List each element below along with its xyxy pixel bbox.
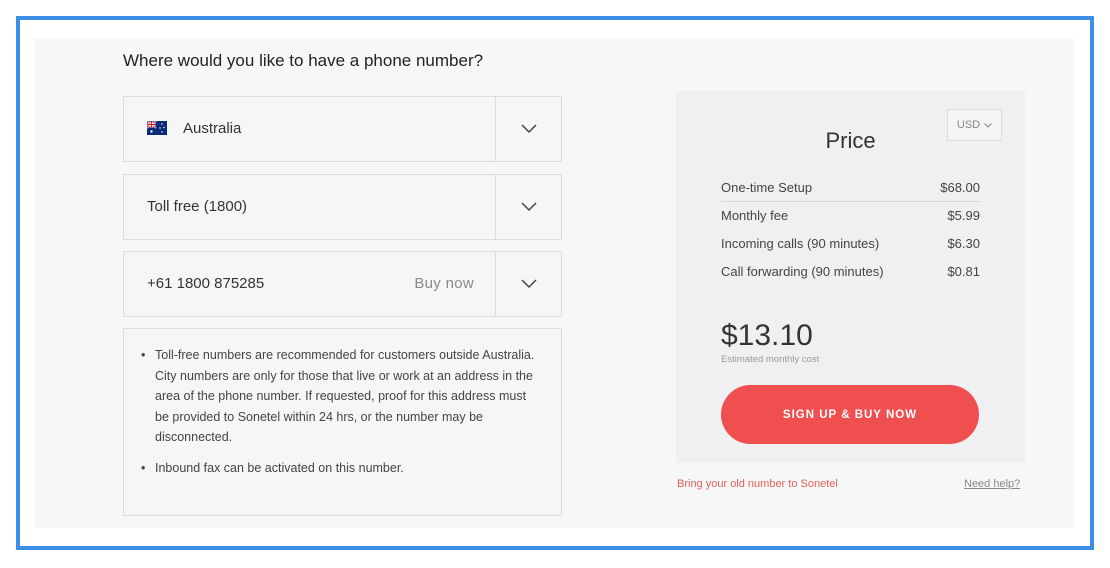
sign-up-buy-button[interactable]: SIGN UP & BUY NOW xyxy=(721,385,979,444)
faded-content-row xyxy=(123,524,562,528)
price-card: USD Price One-time Setup $68.00 Monthly … xyxy=(676,91,1025,463)
total-caption: Estimated monthly cost xyxy=(721,354,820,365)
price-breakdown: One-time Setup $68.00 Monthly fee $5.99 … xyxy=(721,174,980,286)
page-title: Where would you like to have a phone num… xyxy=(123,51,484,70)
price-row-amount: $0.81 xyxy=(947,264,980,279)
chevron-down-icon[interactable] xyxy=(496,97,561,161)
country-select[interactable]: Australia xyxy=(123,96,562,162)
number-type-value: Toll free (1800) xyxy=(147,198,248,215)
total-price: $13.10 xyxy=(721,319,813,352)
country-value: Australia xyxy=(183,120,242,137)
price-title: Price xyxy=(825,128,876,153)
price-row: One-time Setup $68.00 xyxy=(721,174,980,202)
price-row-label: One-time Setup xyxy=(721,180,813,195)
chevron-down-icon[interactable] xyxy=(496,175,561,239)
info-item-toll-free: Toll-free numbers are recommended for cu… xyxy=(138,345,543,448)
buy-now-link[interactable]: Buy now xyxy=(414,252,474,316)
order-panel: Where would you like to have a phone num… xyxy=(34,38,1074,528)
info-list: Toll-free numbers are recommended for cu… xyxy=(138,345,543,478)
chevron-down-icon[interactable] xyxy=(496,252,561,316)
phone-number-value: +61 1800 875285 xyxy=(147,275,265,292)
price-row-label: Incoming calls (90 minutes) xyxy=(721,236,880,251)
need-help-link[interactable]: Need help? xyxy=(964,478,1020,490)
info-item-fax: Inbound fax can be activated on this num… xyxy=(138,458,543,479)
info-box: Toll-free numbers are recommended for cu… xyxy=(123,328,562,516)
phone-number-select[interactable]: +61 1800 875285 Buy now xyxy=(123,251,562,317)
bring-number-link[interactable]: Bring your old number to Sonetel xyxy=(677,478,838,490)
price-row: Call forwarding (90 minutes) $0.81 xyxy=(721,258,980,286)
price-row-label: Call forwarding (90 minutes) xyxy=(721,264,884,279)
number-type-select[interactable]: Toll free (1800) xyxy=(123,174,562,240)
price-row-amount: $68.00 xyxy=(940,180,980,195)
price-row-amount: $6.30 xyxy=(947,236,980,251)
price-row: Monthly fee $5.99 xyxy=(721,202,980,230)
australia-flag-icon xyxy=(147,121,167,135)
screenshot-frame: Where would you like to have a phone num… xyxy=(16,16,1094,550)
chevron-down-icon xyxy=(984,122,992,128)
price-row: Incoming calls (90 minutes) $6.30 xyxy=(721,230,980,258)
price-row-amount: $5.99 xyxy=(947,208,980,223)
price-row-label: Monthly fee xyxy=(721,208,789,223)
